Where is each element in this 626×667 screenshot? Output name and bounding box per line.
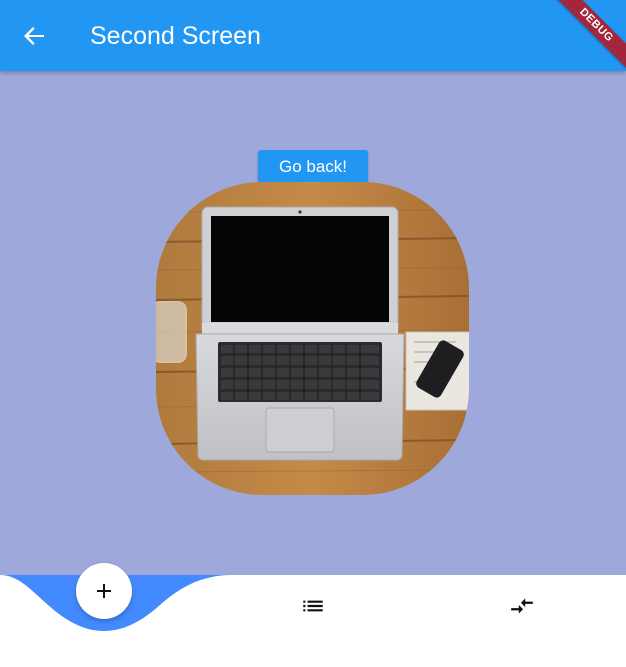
back-button[interactable] xyxy=(14,16,54,56)
add-icon xyxy=(97,584,111,598)
compare-arrows-icon xyxy=(511,598,533,614)
arrow-back-icon xyxy=(24,27,44,45)
nav-list-button[interactable] xyxy=(293,586,333,626)
laptop-image xyxy=(156,182,469,495)
app-bar: Second Screen xyxy=(0,0,626,71)
nav-add-button[interactable] xyxy=(76,563,132,619)
nav-compare-button[interactable] xyxy=(502,586,542,626)
go-back-button[interactable]: Go back! xyxy=(258,150,368,184)
main-content: Go back! xyxy=(0,71,626,575)
list-icon xyxy=(303,600,323,612)
page-title: Second Screen xyxy=(90,22,261,50)
